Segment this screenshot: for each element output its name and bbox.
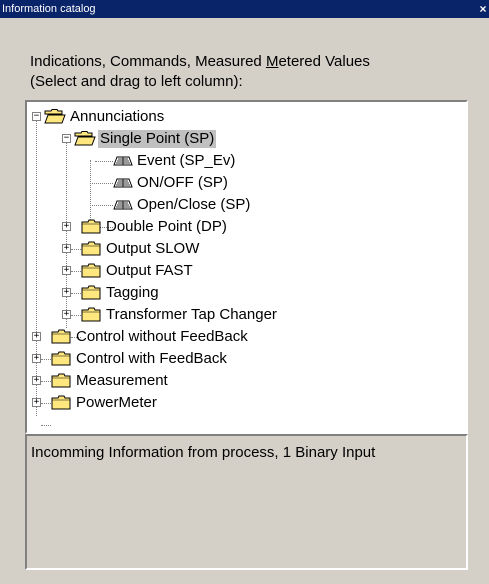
tree-node-output-slow[interactable]: + Output SLOW (27, 238, 447, 260)
folder-icon (51, 329, 71, 344)
folder-icon (81, 307, 101, 322)
tree-node-output-fast[interactable]: + Output FAST (27, 260, 447, 282)
tree-item-label: ON/OFF (SP) (137, 174, 228, 191)
tree-node-label: Single Point (SP) (98, 130, 217, 148)
folder-icon (51, 373, 71, 388)
tree-node-label: Tagging (106, 284, 159, 301)
folder-open-icon (74, 131, 96, 146)
collapse-icon[interactable]: − (62, 134, 71, 143)
information-tree[interactable]: − Annunciations − Single Point (SP) Even… (25, 100, 468, 434)
folder-icon (51, 351, 71, 366)
tree-item-event[interactable]: Event (SP_Ev) (27, 150, 447, 172)
tree-node-label: Transformer Tap Changer (106, 306, 277, 323)
tree-node-double-point[interactable]: + Double Point (DP) (27, 216, 447, 238)
instructions: Indications, Commands, Measured Metered … (30, 52, 470, 92)
folder-icon (51, 395, 71, 410)
title-bar[interactable]: Information catalog × (0, 0, 489, 18)
tree-item-label: Open/Close (SP) (137, 196, 251, 213)
folder-open-icon (44, 109, 66, 124)
expand-icon[interactable]: + (32, 332, 41, 341)
expand-icon[interactable]: + (32, 376, 41, 385)
tree-node-label: Measurement (76, 372, 168, 389)
expand-icon[interactable]: + (62, 310, 71, 319)
tree-node-measurement[interactable]: + Measurement (27, 370, 447, 392)
close-icon[interactable]: × (477, 0, 489, 18)
tree-connector (41, 425, 51, 426)
instructions-text: Indications, Commands, Measured (30, 53, 266, 70)
expand-icon[interactable]: + (32, 354, 41, 363)
tree-node-powermeter[interactable]: + PowerMeter (27, 392, 447, 414)
expand-icon[interactable]: + (62, 244, 71, 253)
tree-node-label: Control without FeedBack (76, 328, 248, 345)
expand-icon[interactable]: + (32, 398, 41, 407)
tree-node-control-with-feedback[interactable]: + Control with FeedBack (27, 348, 447, 370)
folder-icon (81, 241, 101, 256)
tree-node-tagging[interactable]: + Tagging (27, 282, 447, 304)
folder-icon (81, 219, 101, 234)
info-item-icon (113, 199, 133, 211)
instructions-line-2: (Select and drag to left column): (30, 73, 243, 90)
info-item-icon (113, 177, 133, 189)
tree-node-label: Control with FeedBack (76, 350, 227, 367)
expand-icon[interactable]: + (62, 288, 71, 297)
folder-icon (81, 263, 101, 278)
instructions-line-1: Indications, Commands, Measured Metered … (30, 52, 470, 72)
tree-item-open-close[interactable]: Open/Close (SP) (27, 194, 447, 216)
tree-item-label: Event (SP_Ev) (137, 152, 236, 169)
description-text: Incomming Information from process, 1 Bi… (31, 444, 376, 461)
info-item-icon (113, 155, 133, 167)
mnemonic-letter: M (265, 53, 279, 70)
tree-node-control-without-feedback[interactable]: + Control without FeedBack (27, 326, 447, 348)
tree-node-single-point[interactable]: − Single Point (SP) (27, 128, 447, 150)
folder-icon (81, 285, 101, 300)
description-panel: Incomming Information from process, 1 Bi… (25, 434, 468, 570)
tree-node-label: Double Point (DP) (106, 218, 227, 235)
instructions-text-end: etered Values (278, 53, 370, 70)
tree-item-on-off[interactable]: ON/OFF (SP) (27, 172, 447, 194)
tree-node-label: Output SLOW (106, 240, 200, 257)
tree-node-label: PowerMeter (76, 394, 157, 411)
collapse-icon[interactable]: − (32, 112, 41, 121)
tree-node-annunciations[interactable]: − Annunciations (27, 106, 447, 128)
expand-icon[interactable]: + (62, 266, 71, 275)
window-title: Information catalog (2, 3, 96, 15)
tree-node-transformer-tap-changer[interactable]: + Transformer Tap Changer (27, 304, 447, 326)
tree-node-label: Output FAST (106, 262, 193, 279)
tree-node-label: Annunciations (70, 108, 165, 125)
expand-icon[interactable]: + (62, 222, 71, 231)
